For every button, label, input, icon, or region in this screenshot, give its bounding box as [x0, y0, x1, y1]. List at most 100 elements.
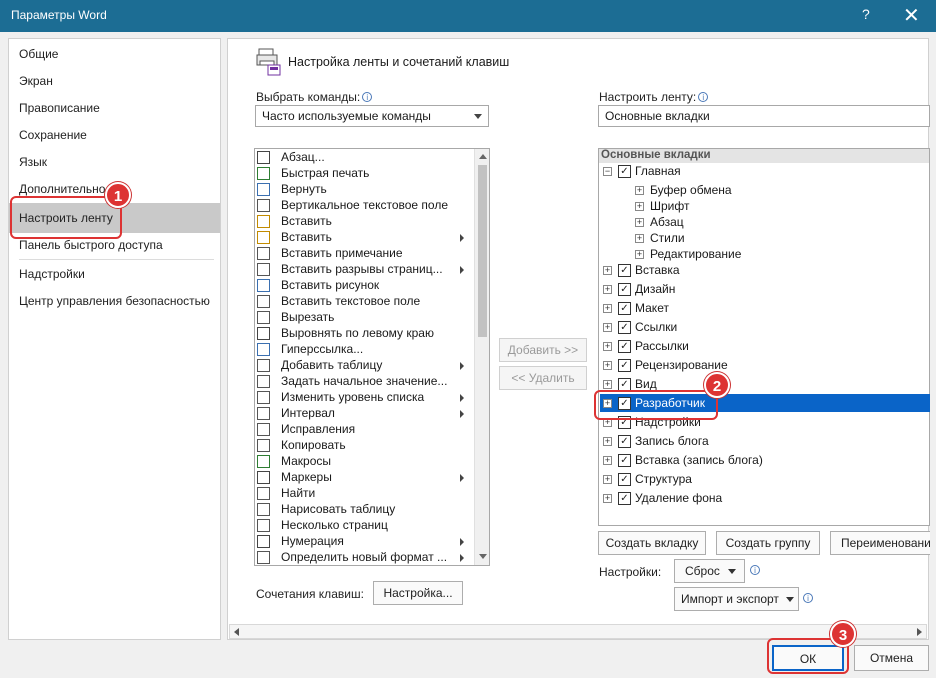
ok-button[interactable]: ОК	[772, 645, 844, 671]
checkbox[interactable]: ✓	[618, 359, 631, 372]
expand-icon[interactable]: +	[603, 380, 612, 389]
info-icon: i	[803, 593, 813, 603]
expand-icon[interactable]: +	[603, 323, 612, 332]
remove-button[interactable]: << Удалить	[499, 366, 587, 390]
checkbox[interactable]: ✓	[618, 302, 631, 315]
command-item[interactable]: Гиперссылка...	[255, 342, 470, 358]
command-item[interactable]: Нарисовать таблицу	[255, 502, 470, 518]
command-label: Нумерация	[281, 534, 344, 548]
import-export-dropdown[interactable]: Импорт и экспорт	[674, 587, 799, 611]
command-item[interactable]: Макросы	[255, 454, 470, 470]
expand-icon[interactable]: +	[635, 250, 644, 259]
nav-item-language[interactable]: Язык	[19, 155, 47, 169]
command-item[interactable]: Вернуть	[255, 182, 470, 198]
collapse-icon[interactable]: −	[603, 167, 612, 176]
commands-list[interactable]: Абзац... Быстрая печать Вернуть Вертикально…	[254, 148, 490, 566]
tree-item[interactable]: + ✓ Вставка (запись блога)	[600, 452, 930, 470]
nav-item-proofing[interactable]: Правописание	[19, 101, 100, 115]
checkbox[interactable]: ✓	[618, 264, 631, 277]
command-item[interactable]: Нумерация	[255, 534, 470, 550]
expand-icon[interactable]: +	[635, 202, 644, 211]
command-item[interactable]: Исправления	[255, 422, 470, 438]
expand-icon[interactable]: +	[603, 456, 612, 465]
nav-item-addins[interactable]: Надстройки	[19, 267, 85, 281]
command-item[interactable]: Интервал	[255, 406, 470, 422]
close-button[interactable]: ✕	[903, 3, 920, 28]
commands-list-scrollbar[interactable]	[474, 149, 489, 565]
nav-item-save[interactable]: Сохранение	[19, 128, 87, 142]
expand-icon[interactable]: +	[603, 437, 612, 446]
command-item[interactable]: Добавить таблицу	[255, 358, 470, 374]
customize-ribbon-dropdown[interactable]: Основные вкладки	[598, 105, 930, 127]
command-item[interactable]: Вставить примечание	[255, 246, 470, 262]
rename-button[interactable]: Переименовани	[830, 531, 930, 555]
command-item[interactable]: Вставить разрывы страниц...	[255, 262, 470, 278]
expand-icon[interactable]: +	[603, 285, 612, 294]
nav-item-trust-center[interactable]: Центр управления безопасностью	[19, 294, 210, 308]
expand-icon[interactable]: +	[603, 342, 612, 351]
expand-icon[interactable]: +	[635, 234, 644, 243]
tree-item[interactable]: − ✓ Главная	[600, 163, 930, 181]
tree-item[interactable]: + ✓ Рецензирование	[600, 357, 930, 375]
checkbox[interactable]: ✓	[618, 454, 631, 467]
new-tab-button[interactable]: Создать вкладку	[598, 531, 706, 555]
command-item[interactable]: Вставить	[255, 230, 470, 246]
paragraph-icon	[257, 151, 270, 164]
tree-item[interactable]: + ✓ Запись блога	[600, 433, 930, 451]
nav-item-quick-access-toolbar[interactable]: Панель быстрого доступа	[19, 238, 163, 252]
expand-icon[interactable]: +	[603, 266, 612, 275]
tree-item[interactable]: + ✓ Вставка	[600, 262, 930, 280]
help-button[interactable]: ?	[862, 6, 870, 22]
checkbox[interactable]: ✓	[618, 473, 631, 486]
nav-item-display[interactable]: Экран	[19, 74, 53, 88]
tree-item[interactable]: + ✓ Структура	[600, 471, 930, 489]
command-item[interactable]: Копировать	[255, 438, 470, 454]
scroll-down-icon[interactable]	[479, 554, 487, 559]
command-item[interactable]: Вставить текстовое поле	[255, 294, 470, 310]
scrollbar-thumb[interactable]	[478, 165, 487, 337]
command-item[interactable]: Маркеры	[255, 470, 470, 486]
checkbox[interactable]: ✓	[618, 321, 631, 334]
expand-icon[interactable]: +	[635, 186, 644, 195]
command-item[interactable]: Быстрая печать	[255, 166, 470, 182]
tree-item[interactable]: + ✓ Рассылки	[600, 338, 930, 356]
expand-icon[interactable]: +	[603, 361, 612, 370]
command-item[interactable]: Вставить рисунок	[255, 278, 470, 294]
expand-icon[interactable]: +	[603, 475, 612, 484]
command-item[interactable]: Изменить уровень списка	[255, 390, 470, 406]
command-item[interactable]: Вставить	[255, 214, 470, 230]
command-item[interactable]: Вырезать	[255, 310, 470, 326]
tree-item[interactable]: + ✓ Ссылки	[600, 319, 930, 337]
checkbox[interactable]: ✓	[618, 435, 631, 448]
command-item[interactable]: Определить новый формат ...	[255, 550, 470, 565]
nav-item-advanced[interactable]: Дополнительно	[19, 182, 105, 196]
settings-label: Настройки:	[599, 565, 662, 579]
scroll-left-icon[interactable]	[234, 628, 239, 636]
tree-item[interactable]: + ✓ Удаление фона	[600, 490, 930, 508]
add-button[interactable]: Добавить >>	[499, 338, 587, 362]
checkbox[interactable]: ✓	[618, 492, 631, 505]
cancel-button[interactable]: Отмена	[854, 645, 929, 671]
reset-dropdown[interactable]: Сброс	[674, 559, 745, 583]
expand-icon[interactable]: +	[603, 304, 612, 313]
checkbox[interactable]: ✓	[618, 340, 631, 353]
command-item[interactable]: Несколько страниц	[255, 518, 470, 534]
command-item[interactable]: Абзац...	[255, 150, 470, 166]
checkbox[interactable]: ✓	[618, 283, 631, 296]
command-item[interactable]: Вертикальное текстовое поле	[255, 198, 470, 214]
customize-shortcuts-button[interactable]: Настройка...	[373, 581, 463, 605]
command-item[interactable]: Выровнять по левому краю	[255, 326, 470, 342]
nav-item-general[interactable]: Общие	[19, 47, 58, 61]
choose-commands-dropdown[interactable]: Часто используемые команды	[255, 105, 489, 127]
new-group-button[interactable]: Создать группу	[716, 531, 820, 555]
command-item[interactable]: Задать начальное значение...	[255, 374, 470, 390]
tree-item[interactable]: + ✓ Дизайн	[600, 281, 930, 299]
checkbox[interactable]: ✓	[618, 165, 631, 178]
tree-item[interactable]: + ✓ Макет	[600, 300, 930, 318]
scroll-up-icon[interactable]	[479, 154, 487, 159]
expand-icon[interactable]: +	[635, 218, 644, 227]
command-item[interactable]: Найти	[255, 486, 470, 502]
scroll-right-icon[interactable]	[917, 628, 922, 636]
horizontal-scrollbar[interactable]	[229, 624, 927, 639]
expand-icon[interactable]: +	[603, 494, 612, 503]
